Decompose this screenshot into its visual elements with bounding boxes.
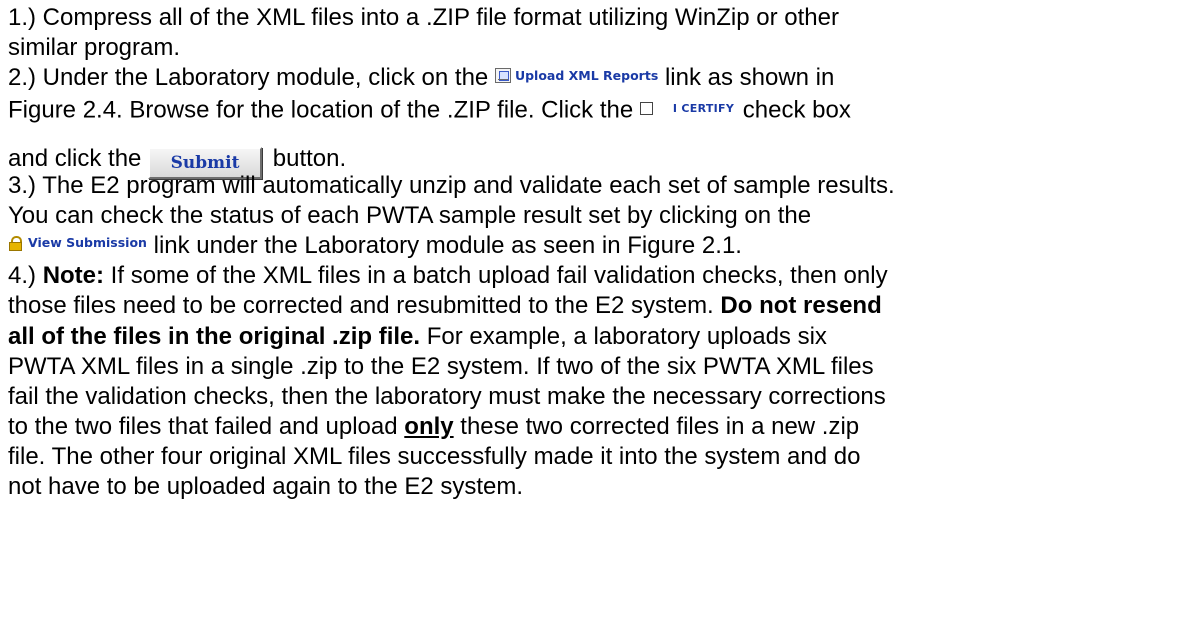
step-4-line-5: fail the validation checks, then the lab… bbox=[8, 382, 1193, 412]
step-3-text-1: 3.) The E2 program will automatically un… bbox=[8, 171, 895, 199]
i-certify-checkbox[interactable] bbox=[639, 102, 653, 116]
step-4-text-5: fail the validation checks, then the lab… bbox=[8, 382, 886, 410]
step-4-note-label: Note: bbox=[42, 262, 105, 290]
step-4-line-1: 4.) Note: If some of the XML files in a … bbox=[8, 261, 1193, 291]
step-2-text-2b: check box bbox=[742, 96, 851, 124]
step-1-text-2: similar program. bbox=[8, 34, 181, 62]
upload-xml-reports-link[interactable]: Upload XML Reports bbox=[494, 67, 659, 85]
view-submission-link[interactable]: View Submission bbox=[8, 234, 147, 252]
step-3-text-2: You can check the status of each PWTA sa… bbox=[8, 201, 812, 229]
i-certify-label: I CERTIFY bbox=[672, 101, 735, 115]
step-2-text-3b: button. bbox=[272, 144, 347, 172]
step-4-line-7: file. The other four original XML files … bbox=[8, 442, 1193, 472]
step-4-line-8: not have to be uploaded again to the E2 … bbox=[8, 472, 1193, 502]
step-2-text-after-upload: link as shown in bbox=[664, 64, 835, 92]
step-1-line-1: 1.) Compress all of the XML files into a… bbox=[8, 3, 1193, 33]
step-4-text-6b: these two corrected files in a new .zip bbox=[453, 413, 860, 441]
view-submission-label: View Submission bbox=[28, 235, 147, 251]
step-2-line-2: Figure 2.4. Browse for the location of t… bbox=[8, 94, 1193, 134]
step-1-line-2: similar program. bbox=[8, 33, 1193, 63]
step-1-text-1: 1.) Compress all of the XML files into a… bbox=[8, 4, 839, 31]
step-4-warning-1: Do not resend bbox=[720, 292, 882, 320]
step-4-text-2: those files need to be corrected and res… bbox=[8, 292, 721, 320]
step-4-text-6a: to the two files that failed and upload bbox=[8, 413, 405, 441]
step-2-line-3: and click the Submit button. bbox=[8, 134, 1193, 179]
instructions-document: 1.) Compress all of the XML files into a… bbox=[0, 0, 1193, 503]
step-3-text-3: link under the Laboratory module as seen… bbox=[153, 231, 742, 259]
lock-icon bbox=[8, 235, 24, 251]
step-4-text-4: PWTA XML files in a single .zip to the E… bbox=[8, 352, 874, 380]
step-4-line-6: to the two files that failed and upload … bbox=[8, 412, 1193, 442]
step-4-prefix: 4.) bbox=[8, 262, 43, 290]
step-2-text-before-upload: 2.) Under the Laboratory module, click o… bbox=[8, 64, 489, 92]
step-4-only-emphasis: only bbox=[404, 413, 454, 441]
step-3-line-2: You can check the status of each PWTA sa… bbox=[8, 201, 1193, 231]
step-4-text-1: If some of the XML files in a batch uplo… bbox=[104, 262, 888, 290]
step-4-warning-2: all of the files in the original .zip fi… bbox=[8, 322, 421, 350]
step-4-line-2: those files need to be corrected and res… bbox=[8, 291, 1193, 321]
step-2-text-3a: and click the bbox=[8, 144, 142, 172]
step-3-line-3: View Submission link under the Laborator… bbox=[8, 231, 1193, 261]
step-4-line-4: PWTA XML files in a single .zip to the E… bbox=[8, 352, 1193, 382]
step-3-line-1: 3.) The E2 program will automatically un… bbox=[8, 171, 1193, 201]
i-certify-control: I CERTIFY bbox=[639, 94, 735, 124]
step-4-line-3: all of the files in the original .zip fi… bbox=[8, 322, 1193, 352]
step-2-line-1: 2.) Under the Laboratory module, click o… bbox=[8, 63, 1193, 93]
step-4-text-7: file. The other four original XML files … bbox=[8, 443, 861, 471]
step-4-text-8: not have to be uploaded again to the E2 … bbox=[8, 473, 524, 501]
step-4-text-3: For example, a laboratory uploads six bbox=[420, 322, 827, 350]
step-2-text-2a: Figure 2.4. Browse for the location of t… bbox=[8, 96, 634, 124]
upload-xml-reports-label: Upload XML Reports bbox=[514, 67, 659, 83]
upload-xml-icon bbox=[494, 68, 511, 84]
